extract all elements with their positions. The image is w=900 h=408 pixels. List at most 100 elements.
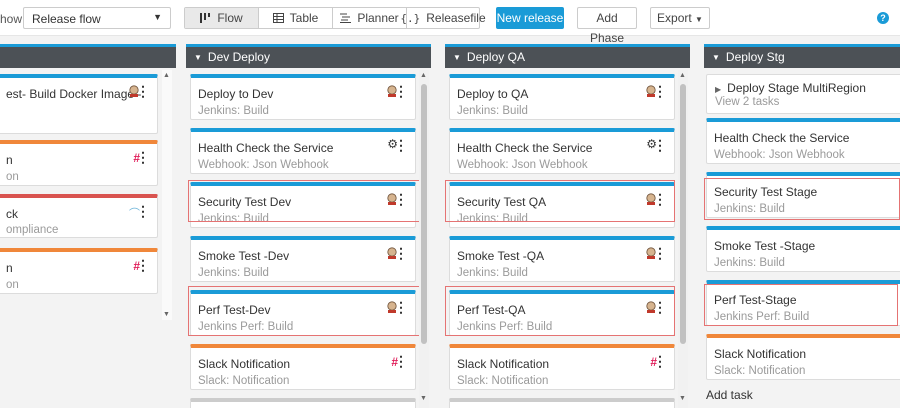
phase-header[interactable] (0, 44, 176, 68)
kebab-menu-icon[interactable]: ⋮ (394, 84, 408, 98)
task-card[interactable]: Health Check the Service Webhook: Json W… (449, 128, 675, 174)
task-title: Smoke Test -QA (457, 249, 545, 263)
scroll-down-icon[interactable]: ▼ (420, 395, 427, 402)
kebab-menu-icon[interactable]: ⋮ (653, 84, 667, 98)
task-card[interactable]: Security Test QA Jenkins: Build ⋮ (449, 182, 675, 228)
kebab-menu-icon[interactable]: ⋮ (653, 300, 667, 314)
tab-planner-label: Planner (357, 11, 399, 25)
tab-releasefile[interactable]: {.} Releasefile (400, 8, 485, 28)
task-group-link[interactable]: View 2 tasks (715, 96, 779, 108)
kebab-menu-icon[interactable]: ⋮ (394, 246, 408, 260)
kebab-menu-icon[interactable]: ⋮ (653, 138, 667, 152)
template-select-value: Release flow (32, 12, 101, 26)
kebab-menu-icon[interactable]: ⋮ (394, 354, 408, 368)
task-card[interactable]: n on # ⋮ (0, 140, 158, 186)
phase-name: Deploy Stg (725, 50, 785, 64)
scroll-down-icon[interactable]: ▼ (163, 311, 170, 318)
task-subtitle: Jenkins Perf: Build (198, 321, 294, 333)
kebab-menu-icon[interactable]: ⋮ (136, 204, 150, 218)
scrollbar[interactable]: ▲ ▼ (419, 70, 429, 408)
scrollbar-thumb[interactable] (421, 84, 427, 344)
tab-releasefile-label: Releasefile (426, 11, 486, 25)
scrollbar[interactable]: ▲ ▼ (162, 70, 172, 320)
task-card[interactable]: Perf Test-QA Jenkins Perf: Build ⋮ (449, 290, 675, 336)
task-title: n (6, 261, 13, 275)
braces-icon: {.} (400, 11, 421, 25)
tab-flow[interactable]: Flow (185, 8, 259, 28)
kebab-menu-icon[interactable]: ⋮ (394, 300, 408, 314)
table-icon (272, 13, 284, 23)
task-card[interactable]: Security Test Dev Jenkins: Build ⋮ (190, 182, 416, 228)
task-card[interactable]: Slack Notification Slack: Notification #… (449, 344, 675, 390)
task-card[interactable]: Smoke Test -QA Jenkins: Build ⋮ (449, 236, 675, 282)
task-card[interactable] (449, 398, 675, 408)
planner-icon (340, 13, 352, 23)
scroll-up-icon[interactable]: ▲ (163, 72, 170, 79)
task-card[interactable]: Health Check the Service Webhook: Json W… (706, 118, 900, 164)
task-subtitle: Jenkins: Build (198, 105, 269, 117)
scroll-down-icon[interactable]: ▼ (679, 395, 686, 402)
caret-down-icon: ▼ (153, 12, 162, 22)
task-card[interactable]: Perf Test-Stage Jenkins Perf: Build (706, 280, 900, 326)
tab-table[interactable]: Table (259, 8, 333, 28)
export-button[interactable]: Export ▼ (650, 7, 710, 29)
task-card[interactable]: Deploy to Dev Jenkins: Build ⋮ (190, 74, 416, 120)
kebab-menu-icon[interactable]: ⋮ (136, 150, 150, 164)
kebab-menu-icon[interactable]: ⋮ (394, 138, 408, 152)
task-group[interactable]: ▶ Deploy Stage MultiRegion View 2 tasks (706, 74, 900, 114)
phase-column-deploy-qa: ▼ Deploy QA Deploy to QA Jenkins: Build ⋮… (445, 44, 690, 408)
help-icon[interactable]: ? (877, 12, 889, 24)
task-card[interactable]: Slack Notification Slack: Notification #… (190, 344, 416, 390)
task-title: Security Test Stage (714, 185, 818, 199)
task-title: Security Test QA (457, 195, 547, 209)
kebab-menu-icon[interactable]: ⋮ (653, 246, 667, 260)
collapse-caret-icon[interactable]: ▼ (712, 53, 720, 62)
expand-caret-icon[interactable]: ▶ (715, 85, 721, 94)
task-subtitle: Jenkins: Build (714, 203, 785, 215)
template-select[interactable]: Release flow ▼ (23, 7, 171, 29)
scrollbar[interactable]: ▲ ▼ (678, 70, 688, 408)
collapse-caret-icon[interactable]: ▼ (194, 53, 202, 62)
new-release-button[interactable]: New release (496, 7, 564, 29)
caret-down-icon: ▼ (695, 15, 703, 24)
scrollbar-thumb[interactable] (680, 84, 686, 344)
kebab-menu-icon[interactable]: ⋮ (653, 192, 667, 206)
task-title: n (6, 153, 13, 167)
add-task-link[interactable]: Add task (706, 388, 753, 402)
task-card[interactable]: Security Test Stage Jenkins: Build (706, 172, 900, 218)
export-button-label: Export (657, 11, 692, 25)
phase-header[interactable]: ▼ Dev Deploy (186, 44, 431, 68)
task-card[interactable]: Deploy to QA Jenkins: Build ⋮ (449, 74, 675, 120)
task-card[interactable]: n on # ⋮ (0, 248, 158, 294)
scroll-up-icon[interactable]: ▲ (679, 72, 686, 79)
task-card[interactable]: est- Build Docker Image - ⋮ (0, 74, 158, 134)
scroll-up-icon[interactable]: ▲ (420, 72, 427, 79)
task-card[interactable]: Slack Notification Slack: Notification (706, 334, 900, 380)
phase-header[interactable]: ▼ Deploy QA (445, 44, 690, 68)
add-phase-button[interactable]: Add Phase (577, 7, 637, 45)
task-card[interactable]: ck ompliance ⌒ ⋮ (0, 194, 158, 238)
task-card[interactable]: Smoke Test -Dev Jenkins: Build ⋮ (190, 236, 416, 282)
kebab-menu-icon[interactable]: ⋮ (136, 258, 150, 272)
kebab-menu-icon[interactable]: ⋮ (136, 84, 150, 98)
kebab-menu-icon[interactable]: ⋮ (394, 192, 408, 206)
collapse-caret-icon[interactable]: ▼ (453, 53, 461, 62)
task-card[interactable] (190, 398, 416, 408)
task-title: Health Check the Service (198, 141, 334, 155)
task-group-title-row: ▶ Deploy Stage MultiRegion (715, 81, 866, 95)
phase-column-deploy-stg: ▼ Deploy Stg ▶ Deploy Stage MultiRegion Vi… (704, 44, 900, 408)
phase-column: est- Build Docker Image - ⋮ n on # ⋮ ck … (0, 44, 176, 408)
task-title: Health Check the Service (714, 131, 850, 145)
kebab-menu-icon[interactable]: ⋮ (653, 354, 667, 368)
task-subtitle: Jenkins: Build (457, 213, 528, 225)
task-card[interactable]: Perf Test-Dev Jenkins Perf: Build ⋮ (190, 290, 416, 336)
task-card[interactable]: Health Check the Service Webhook: Json W… (190, 128, 416, 174)
task-title: Slack Notification (457, 357, 550, 371)
task-title: Perf Test-QA (457, 303, 526, 317)
phase-header[interactable]: ▼ Deploy Stg (704, 44, 900, 68)
task-title: Health Check the Service (457, 141, 593, 155)
task-card[interactable]: Smoke Test -Stage Jenkins: Build (706, 226, 900, 272)
tab-planner[interactable]: Planner (333, 8, 407, 28)
task-subtitle: Jenkins: Build (198, 267, 269, 279)
task-subtitle: Webhook: Json Webhook (198, 159, 329, 171)
